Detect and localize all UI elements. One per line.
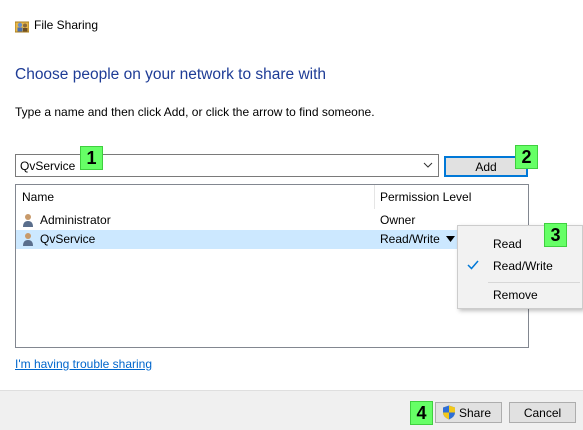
menu-item-read-write[interactable]: Read/Write: [459, 255, 583, 277]
step-marker-4: 4: [410, 401, 433, 425]
menu-item-label: Read: [493, 237, 522, 251]
people-list[interactable]: Name Permission Level Administrator Owne…: [15, 184, 529, 348]
row-name: Administrator: [40, 213, 111, 227]
page-heading: Choose people on your network to share w…: [15, 66, 327, 83]
row-name: QvService: [40, 232, 96, 246]
list-row-qvservice[interactable]: QvService Read/Write: [16, 230, 528, 249]
share-label: Share: [459, 406, 492, 420]
trouble-sharing-link[interactable]: I'm having trouble sharing: [15, 357, 152, 371]
name-input[interactable]: [16, 155, 416, 176]
step-marker-3: 3: [544, 223, 567, 247]
cancel-button[interactable]: Cancel: [509, 402, 576, 423]
menu-item-remove[interactable]: Remove: [459, 284, 583, 306]
file-sharing-icon: [15, 21, 29, 33]
checkmark-icon: [467, 260, 479, 270]
caret-down-icon[interactable]: [446, 236, 455, 242]
menu-item-label: Remove: [493, 288, 538, 302]
uac-shield-icon: [443, 405, 455, 420]
instruction-text: Type a name and then click Add, or click…: [15, 105, 375, 119]
column-divider[interactable]: [374, 185, 375, 209]
menu-item-label: Read/Write: [493, 259, 553, 273]
window-title: File Sharing: [34, 18, 99, 32]
chevron-down-icon[interactable]: [421, 157, 435, 173]
list-row-administrator[interactable]: Administrator Owner: [16, 211, 528, 230]
name-combo-box[interactable]: [15, 154, 439, 177]
permission-dropdown[interactable]: Read/Write: [380, 232, 440, 246]
step-marker-2: 2: [515, 145, 538, 169]
user-icon: [23, 233, 33, 246]
column-header-name[interactable]: Name: [22, 185, 54, 209]
column-header-permission[interactable]: Permission Level: [380, 185, 471, 209]
row-permission: Owner: [380, 213, 416, 227]
step-marker-1: 1: [80, 146, 103, 170]
menu-separator: [488, 282, 580, 283]
user-icon: [23, 214, 33, 227]
share-button[interactable]: Share: [435, 402, 502, 423]
list-header: Name Permission Level: [16, 185, 528, 209]
